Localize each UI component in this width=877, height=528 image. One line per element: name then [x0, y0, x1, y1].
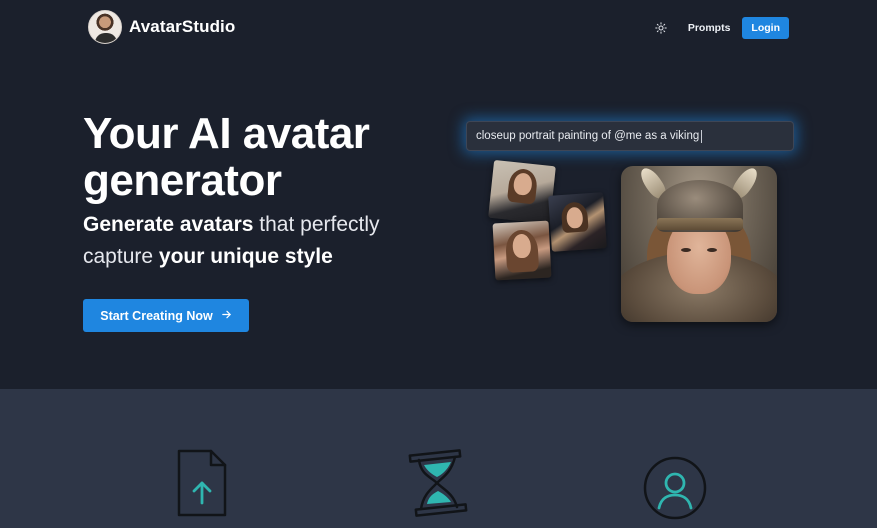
- sun-icon[interactable]: [653, 20, 669, 36]
- prompt-input[interactable]: closeup portrait painting of @me as a vi…: [466, 121, 794, 151]
- brand-name: AvatarStudio: [129, 17, 236, 36]
- arrow-right-icon: [221, 308, 232, 323]
- file-upload-icon: [175, 447, 229, 524]
- sample-photo-1: [488, 159, 556, 225]
- hourglass-icon: [407, 449, 469, 522]
- sample-photo-2: [548, 192, 607, 252]
- hero-subtitle: Generate avatars that perfectly capture …: [83, 209, 443, 273]
- nav-actions: Prompts Login: [653, 17, 789, 39]
- prompts-link[interactable]: Prompts: [688, 22, 731, 34]
- text-caret: [701, 129, 703, 143]
- prompt-text: closeup portrait painting of @me as a vi…: [476, 130, 700, 142]
- top-navbar: AvatarStudio Prompts Login: [0, 0, 877, 56]
- cta-label: Start Creating Now: [100, 308, 213, 323]
- login-button[interactable]: Login: [742, 17, 789, 39]
- avatar-logo-icon: [88, 10, 122, 44]
- brand-link[interactable]: AvatarStudio: [88, 10, 235, 44]
- hero-title: Your AI avatar generator: [83, 109, 370, 205]
- sample-photo-3: [492, 220, 552, 281]
- hero-subtitle-bold-2: your unique style: [158, 245, 333, 268]
- user-circle-icon: [641, 456, 709, 525]
- start-creating-button[interactable]: Start Creating Now: [83, 299, 249, 332]
- generated-avatar-image: [621, 166, 777, 322]
- features-section: [0, 389, 877, 528]
- hero-subtitle-bold-1: Generate avatars: [83, 213, 254, 236]
